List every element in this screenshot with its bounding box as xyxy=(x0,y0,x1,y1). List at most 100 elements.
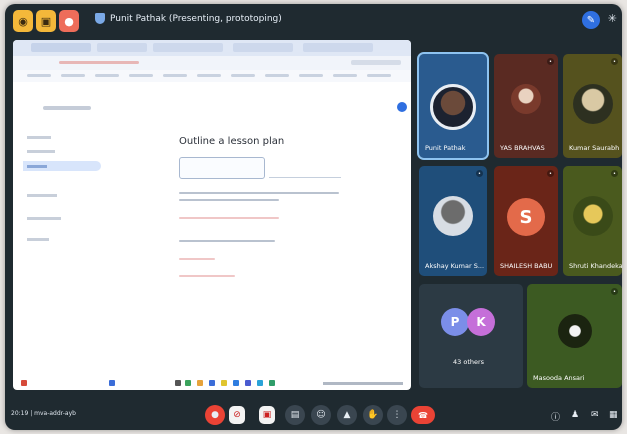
participant-name: SHAILESH BABU xyxy=(500,262,553,270)
participant-tile[interactable]: • Kumar Saurabh xyxy=(563,54,622,158)
bookmark-item[interactable] xyxy=(95,74,119,77)
mic-muted-icon: • xyxy=(611,170,618,177)
taskbar-icon[interactable] xyxy=(109,380,115,386)
sidebar-item-active-label xyxy=(27,165,47,168)
participant-tile[interactable]: • YAS BRAHVAS xyxy=(494,54,558,158)
top-bar: ◉ ▣ ● Punit Pathak (Presenting, prototop… xyxy=(5,4,622,38)
participant-name: Punit Pathak xyxy=(425,144,466,152)
presenter-title: Punit Pathak (Presenting, prototoping) xyxy=(95,13,282,24)
app-title xyxy=(43,106,91,110)
people-icon[interactable]: ♟ xyxy=(571,410,579,420)
participant-avatar: S xyxy=(507,198,545,236)
sidebar-item[interactable] xyxy=(27,194,57,197)
camera-off-icon[interactable]: ▣ xyxy=(259,406,275,424)
record-icon[interactable]: ● xyxy=(59,10,79,32)
participant-name: Akshay Kumar S... xyxy=(425,262,485,270)
mic-muted-icon: • xyxy=(611,288,618,295)
browser-tab[interactable] xyxy=(31,43,91,52)
mic-muted-icon: • xyxy=(476,170,483,177)
browser-tab[interactable] xyxy=(97,43,147,52)
bookmarks-bar xyxy=(13,70,411,82)
link-line[interactable] xyxy=(179,258,215,260)
participant-tile[interactable]: Punit Pathak xyxy=(417,52,489,160)
taskbar-icon[interactable] xyxy=(245,380,251,386)
avatar[interactable] xyxy=(397,102,407,112)
taskbar-icon[interactable] xyxy=(257,380,263,386)
taskbar-icon[interactable] xyxy=(185,380,191,386)
more-icon[interactable]: ⋮ xyxy=(387,405,407,425)
participant-tile[interactable]: • Shruti Khandekar xyxy=(563,166,622,276)
hand-icon[interactable]: ✋ xyxy=(363,405,383,425)
text-line xyxy=(179,240,275,242)
bottom-bar: 20:19 | mva-addr-ayb ● ⊘ ▣ ▤ ☺ ▲ ✋ ⋮ ☎ ⓘ… xyxy=(5,394,622,430)
taskbar-icon[interactable] xyxy=(269,380,275,386)
bookmark-item[interactable] xyxy=(231,74,255,77)
participant-avatar: K xyxy=(467,308,495,336)
taskbar-icon[interactable] xyxy=(221,380,227,386)
browser-toolbar-icons[interactable] xyxy=(351,60,401,65)
bookmark-item[interactable] xyxy=(129,74,153,77)
taskbar-icon[interactable] xyxy=(197,380,203,386)
bookmark-item[interactable] xyxy=(299,74,323,77)
taskbar-icon[interactable] xyxy=(233,380,239,386)
participant-photo xyxy=(511,84,541,114)
participant-photo xyxy=(430,84,476,130)
participant-photo xyxy=(572,84,613,124)
bookmark-item[interactable] xyxy=(163,74,187,77)
browser-tab[interactable] xyxy=(153,43,223,52)
pin-icon[interactable]: ✳ xyxy=(608,12,617,25)
mic-toggle-icon[interactable]: ◉ xyxy=(13,10,33,32)
bookmark-item[interactable] xyxy=(265,74,289,77)
participant-name: Masooda Ansari xyxy=(533,374,585,382)
others-tile[interactable]: P K 43 others xyxy=(419,284,523,388)
text-line xyxy=(179,199,279,201)
grade-select[interactable] xyxy=(269,157,341,178)
avatar-initial: S xyxy=(519,206,533,228)
browser-tab[interactable] xyxy=(233,43,293,52)
topic-input[interactable] xyxy=(179,157,265,179)
url-text xyxy=(59,61,139,64)
bookmark-item[interactable] xyxy=(197,74,221,77)
chat-icon[interactable]: ✉ xyxy=(591,410,599,420)
link-line[interactable] xyxy=(179,217,279,219)
activities-icon[interactable]: ▦ xyxy=(609,410,618,420)
sidebar-item[interactable] xyxy=(27,150,55,153)
mic-off-icon[interactable]: ⊘ xyxy=(229,406,245,424)
mic-muted-icon: • xyxy=(547,170,554,177)
bookmark-item[interactable] xyxy=(61,74,85,77)
present-icon[interactable]: ▲ xyxy=(337,405,357,425)
emoji-icon[interactable]: ☺ xyxy=(311,405,331,425)
info-icon[interactable]: ⓘ xyxy=(551,410,560,423)
participant-name: Shruti Khandekar xyxy=(569,262,622,270)
mic-muted-icon: • xyxy=(611,58,618,65)
taskbar-icon[interactable] xyxy=(175,380,181,386)
participant-tile[interactable]: • S SHAILESH BABU xyxy=(494,166,558,276)
sidebar-item[interactable] xyxy=(27,217,61,220)
taskbar xyxy=(13,376,411,390)
participant-photo xyxy=(572,196,613,236)
browser-tab[interactable] xyxy=(303,43,373,52)
taskbar-icon[interactable] xyxy=(209,380,215,386)
text-line xyxy=(179,192,339,194)
camera-toggle-icon[interactable]: ▣ xyxy=(36,10,56,32)
bookmark-item[interactable] xyxy=(367,74,391,77)
address-bar[interactable] xyxy=(13,56,411,70)
link-line[interactable] xyxy=(179,275,235,277)
captions-icon[interactable]: ▤ xyxy=(285,405,305,425)
participant-tile[interactable]: • Akshay Kumar S... xyxy=(419,166,487,276)
participant-tile[interactable]: • Masooda Ansari xyxy=(527,284,622,388)
meeting-time: 20:19 | mva-addr-ayb xyxy=(11,410,76,417)
bookmark-item[interactable] xyxy=(333,74,357,77)
pencil-icon[interactable]: ✎ xyxy=(582,11,600,29)
sidebar-item[interactable] xyxy=(27,238,49,241)
browser-tab-strip xyxy=(13,40,411,56)
presenter-title-text: Punit Pathak (Presenting, prototoping) xyxy=(110,13,282,24)
bookmark-item[interactable] xyxy=(27,74,51,77)
mic-muted-icon: • xyxy=(547,58,554,65)
taskbar-icon[interactable] xyxy=(21,380,27,386)
participant-avatar: P xyxy=(441,308,469,336)
hangup-icon[interactable]: ☎ xyxy=(411,406,435,424)
mic-icon[interactable]: ● xyxy=(205,405,225,425)
sidebar-item[interactable] xyxy=(27,136,51,139)
others-count: 43 others xyxy=(453,358,485,366)
